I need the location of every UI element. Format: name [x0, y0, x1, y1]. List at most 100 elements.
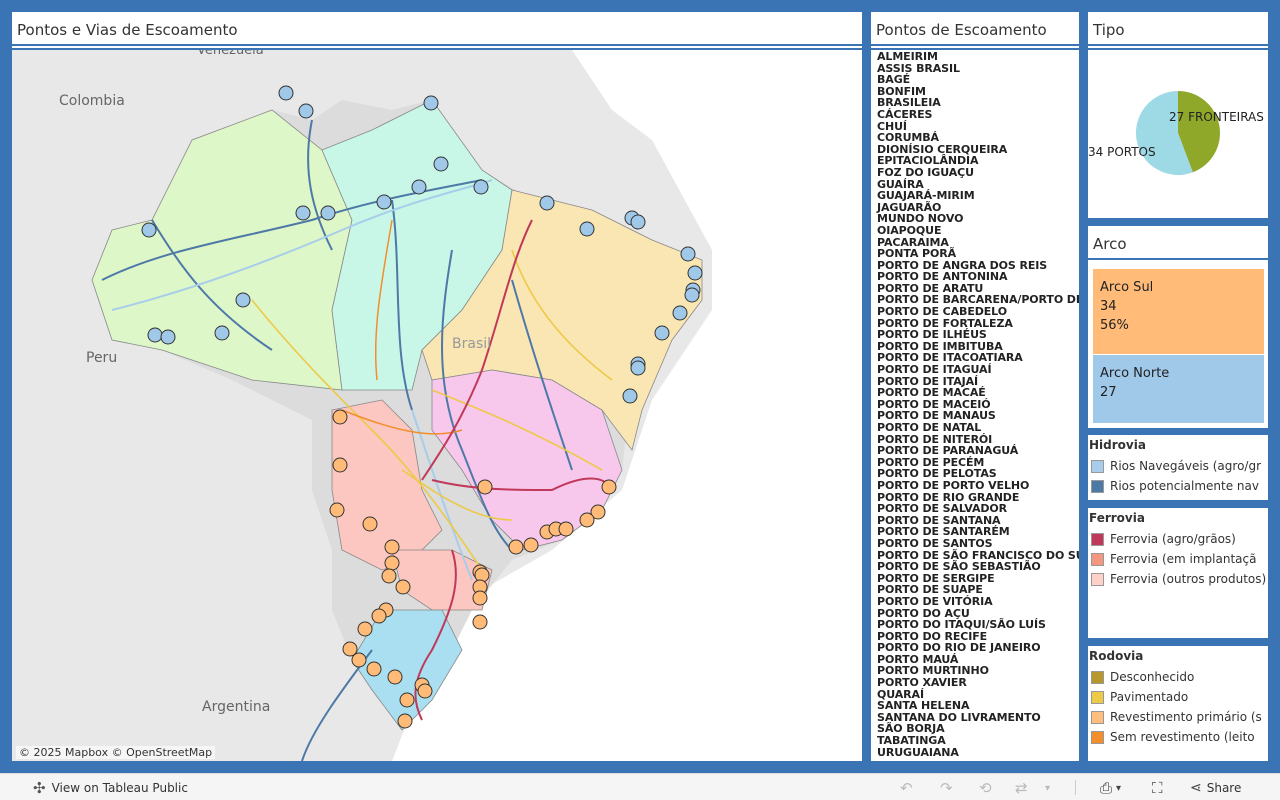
marker[interactable]	[295, 205, 311, 221]
marker[interactable]	[579, 512, 595, 528]
point-list-item[interactable]: PORTO DE VITÓRIA	[877, 596, 1079, 608]
marker[interactable]	[423, 95, 439, 111]
point-list-item[interactable]: PORTO DE NATAL	[877, 422, 1079, 434]
point-list-item[interactable]: ALMEIRIM	[877, 51, 1079, 63]
marker[interactable]	[371, 608, 387, 624]
marker[interactable]	[630, 214, 646, 230]
revert-icon[interactable]: ⟲	[979, 778, 992, 798]
point-list-item[interactable]: URUGUAIANA	[877, 747, 1079, 759]
legend-item[interactable]: Pavimentado	[1088, 687, 1268, 707]
download-icon[interactable]: ⎙ ▾	[1100, 778, 1121, 798]
view-on-tableau-button[interactable]: ✣ View on Tableau Public	[33, 778, 188, 798]
marker[interactable]	[680, 246, 696, 262]
arco-norte-count: 27	[1100, 385, 1117, 400]
marker[interactable]	[684, 287, 700, 303]
marker[interactable]	[622, 388, 638, 404]
legend-item[interactable]: Rios Navegáveis (agro/gr	[1088, 456, 1268, 476]
marker[interactable]	[411, 179, 427, 195]
legend-item[interactable]: Desconhecido	[1088, 667, 1268, 687]
legend-item[interactable]: Revestimento primário (s	[1088, 707, 1268, 727]
marker[interactable]	[332, 457, 348, 473]
tableau-logo-icon: ✣	[33, 779, 46, 797]
marker[interactable]	[387, 669, 403, 685]
point-list-item[interactable]: TABATINGA	[877, 735, 1079, 747]
marker[interactable]	[381, 568, 397, 584]
marker[interactable]	[672, 305, 688, 321]
point-list-item[interactable]: CÁCERES	[877, 109, 1079, 121]
point-list-item[interactable]: PORTO DE SALVADOR	[877, 503, 1079, 515]
marker[interactable]	[351, 652, 367, 668]
point-list-item[interactable]: CORUMBÁ	[877, 132, 1079, 144]
fullscreen-icon[interactable]: ⛶	[1152, 778, 1163, 798]
marker[interactable]	[366, 661, 382, 677]
map-attribution[interactable]: © 2025 Mapbox © OpenStreetMap	[16, 746, 216, 759]
marker[interactable]	[558, 521, 574, 537]
point-list-item[interactable]: FOZ DO IGUAÇU	[877, 167, 1079, 179]
marker[interactable]	[160, 329, 176, 345]
redo-icon[interactable]: ↷	[940, 778, 953, 798]
marker[interactable]	[376, 194, 392, 210]
point-list-item[interactable]: PORTO DE CABEDELO	[877, 306, 1079, 318]
marker[interactable]	[278, 85, 294, 101]
point-list-item[interactable]: PORTO DE SANTOS	[877, 538, 1079, 550]
marker[interactable]	[687, 265, 703, 281]
refresh-dropdown-icon[interactable]: ▾	[1045, 778, 1050, 798]
marker[interactable]	[235, 292, 251, 308]
marker[interactable]	[397, 713, 413, 729]
arco-sul-tile[interactable]: Arco Sul 34 56%	[1093, 269, 1264, 354]
point-list-item[interactable]: PORTO DO ITAQUI/SÃO LUÍS	[877, 619, 1079, 631]
marker[interactable]	[433, 156, 449, 172]
points-list[interactable]: ALMEIRIM ASSIS BRASIL BAGÉ BONFIM BRASILEIA C…	[871, 50, 1079, 761]
marker[interactable]	[654, 325, 670, 341]
point-list-item[interactable]: PORTO DE SÃO SEBASTIÃO	[877, 561, 1079, 573]
legend-swatch	[1091, 459, 1104, 473]
marker[interactable]	[417, 683, 433, 699]
marker[interactable]	[320, 205, 336, 221]
marker[interactable]	[472, 614, 488, 630]
marker[interactable]	[472, 590, 488, 606]
legend-item[interactable]: Sem revestimento (leito	[1088, 727, 1268, 747]
point-list-item[interactable]: GUAJARÁ-MIRIM	[877, 190, 1079, 202]
label-peru: Peru	[86, 350, 117, 366]
marker[interactable]	[477, 479, 493, 495]
legend-item[interactable]: Ferrovia (outros produtos)	[1088, 569, 1268, 589]
map-view[interactable]: Venezuela Colombia Peru Brasil Argentina	[12, 50, 862, 761]
legend-item[interactable]: Ferrovia (agro/grãos)	[1088, 529, 1268, 549]
marker[interactable]	[601, 479, 617, 495]
marker[interactable]	[508, 539, 524, 555]
refresh-icon[interactable]: ⇄	[1015, 778, 1028, 798]
marker[interactable]	[399, 692, 415, 708]
marker[interactable]	[579, 221, 595, 237]
marker[interactable]	[329, 502, 345, 518]
marker[interactable]	[362, 516, 378, 532]
marker[interactable]	[384, 539, 400, 555]
marker[interactable]	[298, 103, 314, 119]
marker[interactable]	[147, 327, 163, 343]
marker[interactable]	[539, 195, 555, 211]
marker[interactable]	[384, 555, 400, 571]
marker[interactable]	[523, 537, 539, 553]
legend-item-label: Rios Navegáveis (agro/gr	[1110, 459, 1262, 473]
point-list-item[interactable]: PONTA PORÃ	[877, 248, 1079, 260]
marker[interactable]	[214, 325, 230, 341]
marker[interactable]	[395, 579, 411, 595]
marker[interactable]	[332, 409, 348, 425]
share-button[interactable]: ⋖ Share	[1190, 778, 1241, 798]
legend-item[interactable]: Rios potencialmente nav	[1088, 476, 1268, 496]
tipo-panel-header: Tipo	[1088, 12, 1268, 48]
marker[interactable]	[630, 360, 646, 376]
map-canvas[interactable]: Venezuela Colombia Peru Brasil Argentina	[12, 50, 862, 761]
point-list-item[interactable]: PORTO XAVIER	[877, 677, 1079, 689]
undo-icon[interactable]: ↶	[900, 778, 913, 798]
legend-item-label: Desconhecido	[1110, 670, 1195, 684]
arco-norte-tile[interactable]: Arco Norte 27	[1093, 355, 1264, 423]
point-list-item[interactable]: PORTO DE ITAGUAÍ	[877, 364, 1079, 376]
point-list-item[interactable]: OIAPOQUE	[877, 225, 1079, 237]
point-list-item[interactable]: PORTO DE PORTO VELHO	[877, 480, 1079, 492]
tipo-pie-chart[interactable]	[1088, 50, 1268, 218]
marker[interactable]	[141, 222, 157, 238]
legend-item[interactable]: Ferrovia (em implantaçã	[1088, 549, 1268, 569]
marker[interactable]	[473, 179, 489, 195]
arco-panel: Arco Sul 34 56% Arco Norte 27	[1088, 262, 1268, 428]
marker[interactable]	[357, 621, 373, 637]
